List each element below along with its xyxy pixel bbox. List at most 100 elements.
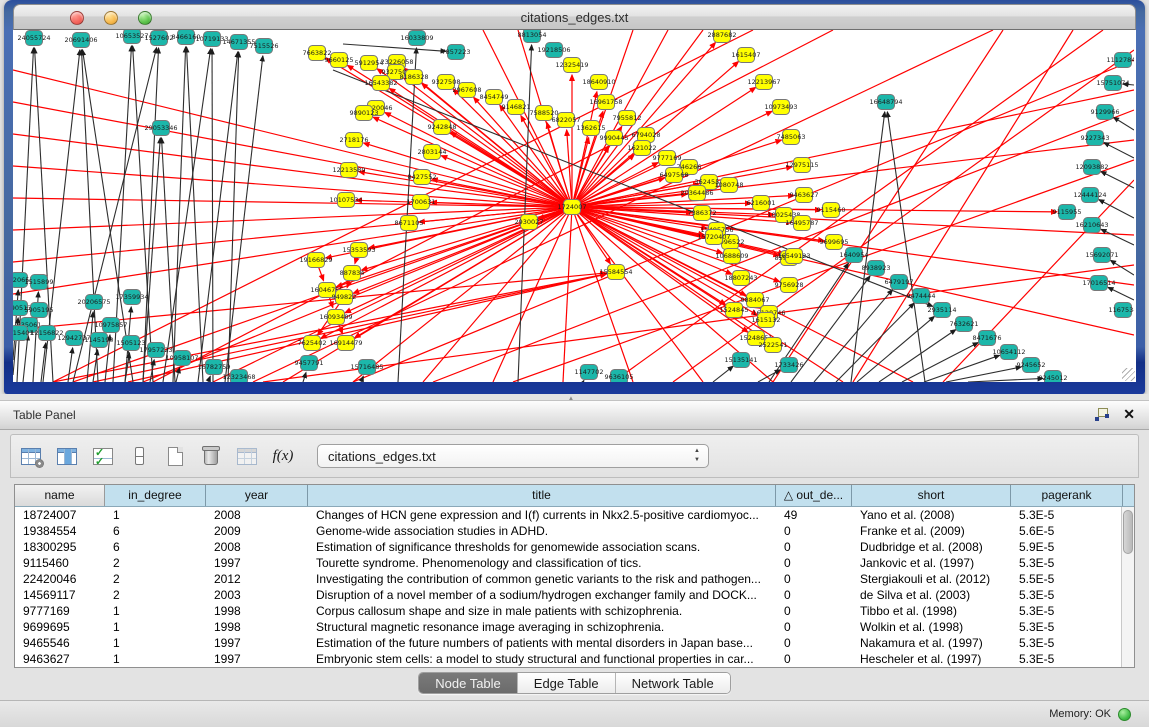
table-cell[interactable]: 1 (105, 603, 206, 619)
close-panel-icon[interactable]: ✕ (1123, 408, 1135, 421)
table-cell[interactable]: 0 (776, 571, 852, 587)
table-cell[interactable]: Estimation of significance thresholds fo… (308, 539, 776, 555)
table-row[interactable]: 1456911722003Disruption of a novel membe… (15, 587, 1134, 603)
table-cell[interactable]: 0 (776, 587, 852, 603)
table-cell[interactable]: 2009 (206, 523, 308, 539)
table-cell[interactable]: Tourette syndrome. Phenomenology and cla… (308, 555, 776, 571)
close-window-button[interactable] (70, 11, 84, 25)
table-row[interactable]: 1938455462009Genome-wide association stu… (15, 523, 1134, 539)
table-cell[interactable]: 9465546 (15, 635, 105, 651)
tab-network-table[interactable]: Network Table (616, 673, 730, 693)
table-row[interactable]: 946554611997Estimation of the future num… (15, 635, 1134, 651)
table-settings-icon[interactable] (19, 444, 43, 468)
table-cell[interactable]: 0 (776, 555, 852, 571)
table-cell[interactable]: 9115460 (15, 555, 105, 571)
table-row[interactable]: 1872400712008Changes of HCN gene express… (15, 507, 1134, 523)
zoom-window-button[interactable] (138, 11, 152, 25)
table-row[interactable]: 969969511998Structural magnetic resonanc… (15, 619, 1134, 635)
table-row[interactable]: 2242004622012Investigating the contribut… (15, 571, 1134, 587)
table-cell[interactable]: 2003 (206, 587, 308, 603)
table-cell[interactable]: Tibbo et al. (1998) (852, 603, 1011, 619)
table-row[interactable]: 1830029562008Estimation of significance … (15, 539, 1134, 555)
column-header-title[interactable]: title (308, 485, 776, 506)
window-titlebar[interactable]: citations_edges.txt (13, 4, 1136, 30)
table-cell[interactable]: 5.3E-5 (1011, 587, 1123, 603)
table-cell[interactable]: 14569117 (15, 587, 105, 603)
table-cell[interactable]: 0 (776, 651, 852, 667)
table-cell[interactable]: Hescheler et al. (1997) (852, 651, 1011, 667)
canvas-resize-grip[interactable] (1122, 368, 1135, 381)
table-cell[interactable]: 1 (105, 651, 206, 667)
table-cell[interactable]: 1 (105, 619, 206, 635)
table-cell[interactable]: 1 (105, 507, 206, 523)
table-cell[interactable]: 1 (105, 635, 206, 651)
table-cell[interactable]: 5.6E-5 (1011, 523, 1123, 539)
table-cell[interactable]: Yano et al. (2008) (852, 507, 1011, 523)
table-cell[interactable]: 0 (776, 523, 852, 539)
table-cell[interactable]: 5.3E-5 (1011, 651, 1123, 667)
column-header-pagerank[interactable]: pagerank (1011, 485, 1123, 506)
import-table-icon[interactable] (235, 444, 259, 468)
table-cell[interactable]: Wolkin et al. (1998) (852, 619, 1011, 635)
minimize-window-button[interactable] (104, 11, 118, 25)
table-cell[interactable]: Disruption of a novel member of a sodium… (308, 587, 776, 603)
table-cell[interactable]: 2 (105, 587, 206, 603)
table-cell[interactable]: 5.3E-5 (1011, 619, 1123, 635)
table-cell[interactable]: 2012 (206, 571, 308, 587)
table-cell[interactable]: 1998 (206, 603, 308, 619)
table-cell[interactable]: 0 (776, 539, 852, 555)
table-cell[interactable]: Stergiakouli et al. (2012) (852, 571, 1011, 587)
table-cell[interactable]: 1997 (206, 555, 308, 571)
table-cell[interactable]: Embryonic stem cells: a model to study s… (308, 651, 776, 667)
table-cell[interactable]: de Silva et al. (2003) (852, 587, 1011, 603)
column-header-out_de[interactable]: △ out_de... (776, 485, 852, 506)
table-cell[interactable]: 5.3E-5 (1011, 507, 1123, 523)
column-header-year[interactable]: year (206, 485, 308, 506)
table-cell[interactable]: 6 (105, 523, 206, 539)
table-cell[interactable]: 18300295 (15, 539, 105, 555)
table-cell[interactable]: Structural magnetic resonance image aver… (308, 619, 776, 635)
table-cell[interactable]: 2 (105, 555, 206, 571)
show-column-icon[interactable] (55, 444, 79, 468)
column-header-name[interactable]: name (15, 485, 105, 506)
table-cell[interactable]: 5.3E-5 (1011, 635, 1123, 651)
table-cell[interactable]: 5.5E-5 (1011, 571, 1123, 587)
table-cell[interactable]: 2008 (206, 539, 308, 555)
table-cell[interactable]: 5.9E-5 (1011, 539, 1123, 555)
table-cell[interactable]: 1997 (206, 635, 308, 651)
float-panel-icon[interactable] (1095, 408, 1109, 421)
table-cell[interactable]: 18724007 (15, 507, 105, 523)
table-cell[interactable]: 6 (105, 539, 206, 555)
table-cell[interactable]: Corpus callosum shape and size in male p… (308, 603, 776, 619)
table-cell[interactable]: Changes of HCN gene expression and I(f) … (308, 507, 776, 523)
column-header-short[interactable]: short (852, 485, 1011, 506)
narrow-column-icon[interactable] (127, 444, 151, 468)
table-cell[interactable]: Dudbridge et al. (2008) (852, 539, 1011, 555)
table-row[interactable]: 977716911998Corpus callosum shape and si… (15, 603, 1134, 619)
tab-node-table[interactable]: Node Table (419, 673, 518, 693)
table-selector-dropdown[interactable]: citations_edges.txt ▲▼ (317, 444, 709, 468)
delete-table-icon[interactable] (199, 444, 223, 468)
table-cell[interactable]: 9777169 (15, 603, 105, 619)
table-cell[interactable]: 1997 (206, 651, 308, 667)
select-rows-icon[interactable]: ✓✓ (91, 444, 115, 468)
table-cell[interactable]: 2 (105, 571, 206, 587)
table-cell[interactable]: 5.3E-5 (1011, 603, 1123, 619)
table-cell[interactable]: 49 (776, 507, 852, 523)
table-cell[interactable]: 0 (776, 619, 852, 635)
table-cell[interactable]: 0 (776, 603, 852, 619)
network-canvas[interactable]: 1724007240557242069140610653527152760284… (13, 30, 1134, 382)
table-row[interactable]: 911546021997Tourette syndrome. Phenomeno… (15, 555, 1134, 571)
table-cell[interactable]: Nakamura et al. (1997) (852, 635, 1011, 651)
table-cell[interactable]: 2008 (206, 507, 308, 523)
table-cell[interactable]: 22420046 (15, 571, 105, 587)
table-row[interactable]: 946362711997Embryonic stem cells: a mode… (15, 651, 1134, 667)
table-cell[interactable]: 9699695 (15, 619, 105, 635)
table-cell[interactable]: Investigating the contribution of common… (308, 571, 776, 587)
table-scrollbar[interactable] (1121, 507, 1134, 667)
table-cell[interactable]: 9463627 (15, 651, 105, 667)
table-cell[interactable]: 19384554 (15, 523, 105, 539)
memory-status-indicator[interactable] (1118, 708, 1131, 721)
table-scrollbar-thumb[interactable] (1123, 510, 1133, 554)
column-header-in_degree[interactable]: in_degree (105, 485, 206, 506)
